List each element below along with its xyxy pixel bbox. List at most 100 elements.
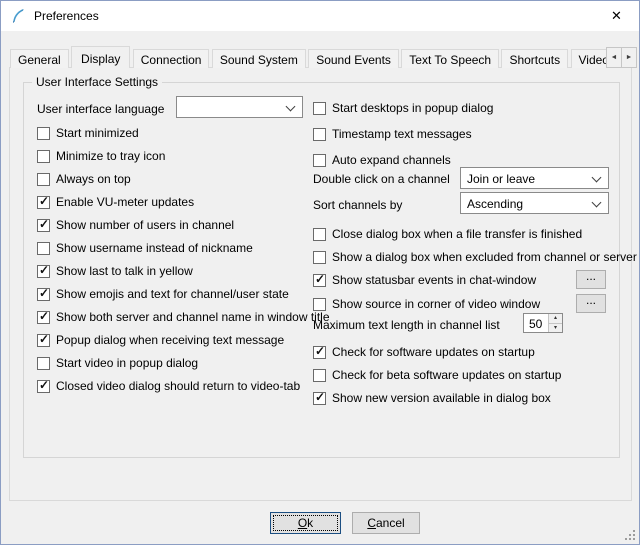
tab-scroller: ◄ ► — [607, 47, 637, 68]
checkbox-box: ✓ — [37, 357, 50, 370]
checkbox-label: Closed video dialog should return to vid… — [56, 379, 300, 393]
group-title: User Interface Settings — [32, 75, 162, 89]
checkbox-box: ✓ — [37, 288, 50, 301]
checkbox-box: ✓ — [313, 298, 326, 311]
checkbox-box: ✓ — [313, 251, 326, 264]
checkbox-label: Timestamp text messages — [332, 127, 472, 141]
checkbox-label: Show a dialog box when excluded from cha… — [332, 250, 637, 264]
tab-text-to-speech[interactable]: Text To Speech — [401, 49, 499, 68]
checkbox-always-on-top[interactable]: ✓ Always on top — [37, 171, 131, 187]
checkbox-label: Close dialog box when a file transfer is… — [332, 227, 582, 241]
checkbox-label: Auto expand channels — [332, 153, 451, 167]
preferences-window: Preferences ✕ General Display Connection… — [0, 0, 640, 545]
arrow-up-icon: ▴ — [554, 315, 557, 321]
checkbox-label: Show source in corner of video window — [332, 297, 540, 311]
check-icon: ✓ — [39, 194, 49, 208]
chevron-down-icon — [592, 198, 602, 208]
tab-scroll-right-button[interactable]: ► — [621, 47, 637, 68]
checkbox-check-beta-updates[interactable]: ✓ Check for beta software updates on sta… — [313, 367, 561, 383]
max-text-length-value: 50 — [529, 317, 542, 331]
checkbox-show-username[interactable]: ✓ Show username instead of nickname — [37, 240, 253, 256]
checkbox-label: Show last to talk in yellow — [56, 264, 193, 278]
checkbox-label: Show statusbar events in chat-window — [332, 273, 536, 287]
checkbox-new-version-dialog[interactable]: ✓ Show new version available in dialog b… — [313, 390, 551, 406]
arrow-left-icon: ◄ — [611, 54, 618, 61]
chevron-down-icon — [592, 173, 602, 183]
checkbox-box: ✓ — [313, 346, 326, 359]
checkbox-label: Check for beta software updates on start… — [332, 368, 561, 382]
cancel-button[interactable]: Cancel — [352, 512, 420, 534]
checkbox-video-source-corner[interactable]: ✓ Show source in corner of video window — [313, 296, 540, 312]
checkbox-show-user-count[interactable]: ✓ Show number of users in channel — [37, 217, 234, 233]
check-icon: ✓ — [315, 272, 325, 286]
checkbox-statusbar-events[interactable]: ✓ Show statusbar events in chat-window — [313, 272, 536, 288]
checkbox-closed-video-return-tab[interactable]: ✓ Closed video dialog should return to v… — [37, 378, 300, 394]
checkbox-label: Always on top — [56, 172, 131, 186]
checkbox-check-updates[interactable]: ✓ Check for software updates on startup — [313, 344, 535, 360]
video-source-browse-button[interactable]: ... — [576, 294, 606, 313]
check-icon: ✓ — [315, 344, 325, 358]
checkbox-excluded-dialog[interactable]: ✓ Show a dialog box when excluded from c… — [313, 249, 637, 265]
checkbox-start-desktops-popup[interactable]: ✓ Start desktops in popup dialog — [313, 100, 493, 116]
checkbox-box: ✓ — [37, 334, 50, 347]
checkbox-popup-text-message[interactable]: ✓ Popup dialog when receiving text messa… — [37, 332, 284, 348]
sort-channels-label: Sort channels by — [313, 198, 402, 212]
language-select[interactable] — [176, 96, 303, 118]
checkbox-box: ✓ — [37, 127, 50, 140]
checkbox-box: ✓ — [313, 228, 326, 241]
checkbox-label: Show number of users in channel — [56, 218, 234, 232]
checkbox-start-video-popup[interactable]: ✓ Start video in popup dialog — [37, 355, 198, 371]
tab-connection[interactable]: Connection — [133, 49, 210, 68]
ok-button[interactable]: Ok — [270, 512, 341, 534]
tab-sound-system[interactable]: Sound System — [212, 49, 306, 68]
checkbox-start-minimized[interactable]: ✓ Start minimized — [37, 125, 139, 141]
sort-channels-select-value: Ascending — [467, 197, 586, 211]
checkbox-box: ✓ — [313, 128, 326, 141]
checkbox-box: ✓ — [313, 392, 326, 405]
checkbox-minimize-to-tray[interactable]: ✓ Minimize to tray icon — [37, 148, 165, 164]
checkbox-box: ✓ — [37, 242, 50, 255]
checkbox-box: ✓ — [37, 311, 50, 324]
checkbox-close-filetransfer-dialog[interactable]: ✓ Close dialog box when a file transfer … — [313, 226, 582, 242]
tab-sound-events[interactable]: Sound Events — [308, 49, 399, 68]
chevron-down-icon — [286, 102, 296, 112]
ok-button-label: Ok — [271, 513, 340, 533]
checkbox-auto-expand-channels[interactable]: ✓ Auto expand channels — [313, 152, 451, 168]
tab-scroll-left-button[interactable]: ◄ — [606, 47, 622, 68]
checkbox-timestamp-messages[interactable]: ✓ Timestamp text messages — [313, 126, 472, 142]
close-button[interactable]: ✕ — [594, 1, 639, 31]
checkbox-server-channel-in-title[interactable]: ✓ Show both server and channel name in w… — [37, 309, 330, 325]
checkbox-last-talk-yellow[interactable]: ✓ Show last to talk in yellow — [37, 263, 193, 279]
tab-general[interactable]: General — [10, 49, 69, 68]
checkbox-emojis-text-state[interactable]: ✓ Show emojis and text for channel/user … — [37, 286, 289, 302]
checkbox-box: ✓ — [37, 380, 50, 393]
tab-shortcuts[interactable]: Shortcuts — [501, 49, 568, 68]
spinner-down-button[interactable]: ▾ — [549, 324, 562, 333]
tab-display[interactable]: Display — [71, 46, 130, 68]
resize-grip-icon[interactable] — [623, 528, 636, 541]
arrow-down-icon: ▾ — [554, 325, 557, 331]
check-icon: ✓ — [39, 309, 49, 323]
checkbox-label: Start desktops in popup dialog — [332, 101, 493, 115]
checkbox-label: Popup dialog when receiving text message — [56, 333, 284, 347]
max-text-length-spinbox[interactable]: 50 ▴ ▾ — [523, 313, 563, 333]
double-click-select[interactable]: Join or leave — [460, 167, 609, 189]
language-label: User interface language — [37, 102, 164, 116]
check-icon: ✓ — [39, 286, 49, 300]
checkbox-label: Show new version available in dialog box — [332, 391, 551, 405]
checkbox-label: Check for software updates on startup — [332, 345, 535, 359]
spinner-up-button[interactable]: ▴ — [549, 314, 562, 324]
checkbox-label: Show username instead of nickname — [56, 241, 253, 255]
checkbox-label: Show emojis and text for channel/user st… — [56, 287, 289, 301]
statusbar-events-browse-button[interactable]: ... — [576, 270, 606, 289]
checkbox-box: ✓ — [37, 219, 50, 232]
checkbox-box: ✓ — [313, 154, 326, 167]
double-click-label: Double click on a channel — [313, 172, 450, 186]
app-icon — [10, 8, 26, 24]
checkbox-label: Enable VU-meter updates — [56, 195, 194, 209]
sort-channels-select[interactable]: Ascending — [460, 192, 609, 214]
check-icon: ✓ — [39, 378, 49, 392]
checkbox-box: ✓ — [313, 102, 326, 115]
checkbox-box: ✓ — [313, 274, 326, 287]
checkbox-vu-meter-updates[interactable]: ✓ Enable VU-meter updates — [37, 194, 194, 210]
